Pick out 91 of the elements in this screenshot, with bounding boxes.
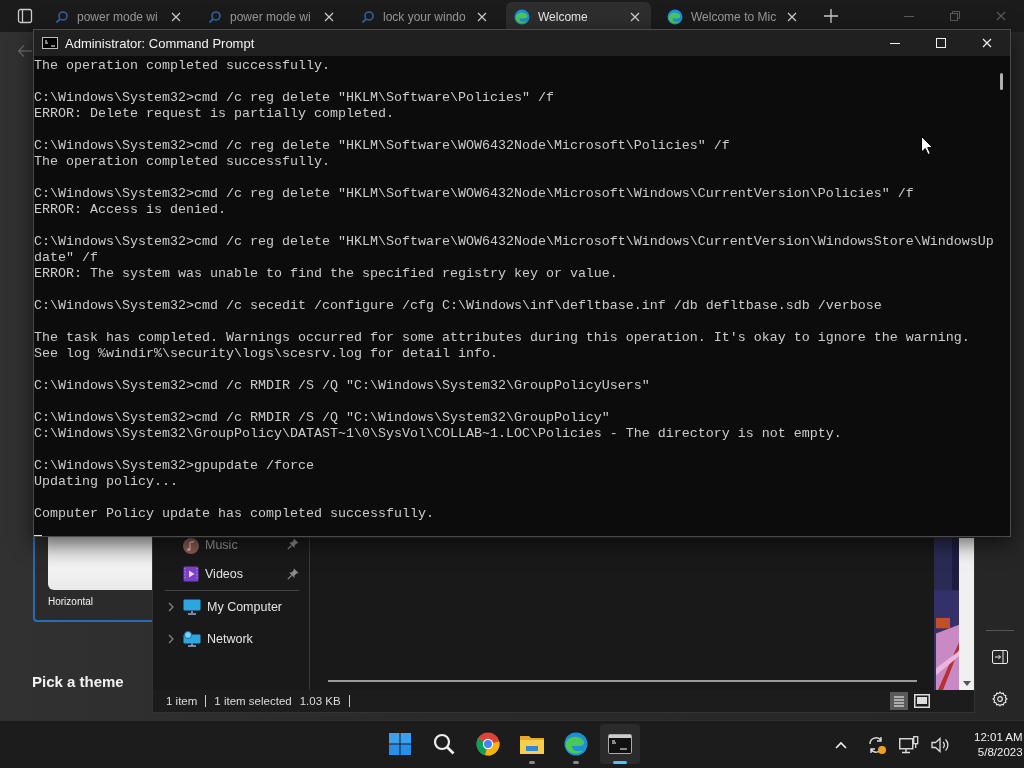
nav-item[interactable]: Network [153, 623, 309, 655]
monitor-icon [183, 599, 201, 615]
tab-title: Welcome [538, 10, 589, 24]
theme-card[interactable]: Horizontal [33, 537, 152, 622]
nav-label: Music [205, 538, 239, 552]
edge-icon [514, 9, 530, 25]
video-icon [183, 566, 199, 582]
nav-label: Network [207, 632, 254, 646]
console-line: C:\Windows\System32>cmd /c reg delete "HKLM\Software\WOW6432Node\Microsoft\Policies" /f [34, 138, 730, 154]
horizontal-scrollbar[interactable] [328, 680, 917, 682]
scroll-down-icon [962, 680, 971, 686]
console-line: The operation completed successfully. [34, 58, 330, 74]
new-tab-icon [824, 9, 838, 23]
details-view-button[interactable] [889, 691, 909, 711]
tab-title: Welcome to Mic [691, 10, 777, 24]
console-line: date" /f [34, 250, 98, 266]
edge-icon [667, 9, 683, 25]
settings-icon [992, 691, 1008, 707]
close-icon [324, 12, 334, 22]
restore-icon [950, 11, 960, 21]
tab-title: power mode wi [77, 10, 159, 24]
search-icon [55, 10, 69, 24]
search-icon [433, 733, 455, 755]
console-line: C:\Windows\System32>cmd /c reg delete "HKLM\Software\WOW6432Node\Microsoft\Windows\CurrentVersion\Policies" /f [34, 186, 914, 202]
console-line: The task has completed. Warnings occurred for some attributes during this operation. It's okay to ignore the warning. [34, 330, 970, 346]
close-icon [996, 11, 1006, 21]
console-line: C:\Windows\System32>cmd /c secedit /configure /cfg C:\Windows\inf\defltbase.inf /db defltbase.sdb /verbose [34, 298, 882, 314]
chrome-icon [476, 732, 500, 756]
tab-title: lock your windo [383, 10, 466, 24]
network-status-icon [899, 735, 919, 754]
nav-item[interactable]: Videos [153, 558, 309, 590]
tab-strip-icon [17, 8, 33, 24]
maximize-icon [936, 38, 946, 48]
panel-icon [992, 650, 1008, 664]
terminal-icon [608, 734, 632, 754]
start-icon [388, 732, 412, 756]
console-line: C:\Windows\System32>cmd /c reg delete "HKLM\Software\Policies" /f [34, 90, 554, 106]
nav-item[interactable]: Music [153, 538, 309, 558]
status-text: 1 item [166, 695, 198, 707]
pin-icon [287, 568, 299, 580]
chevron-up-icon [835, 740, 847, 749]
large-icons-view-button[interactable] [912, 691, 932, 711]
large-icons-view-icon [914, 694, 930, 708]
search-icon [361, 10, 375, 24]
console-line: ERROR: Access is denied. [34, 202, 226, 218]
console-line: C:\Windows\System32>cmd /c RMDIR /S /Q "C:\Windows\System32\GroupPolicyUsers" [34, 378, 650, 394]
console-line: The operation completed successfully. [34, 154, 330, 170]
mouse-pointer-icon [921, 136, 933, 155]
details-view-icon [890, 692, 908, 710]
chevron-right-icon[interactable] [168, 634, 174, 644]
tab-title: power mode wi [230, 10, 312, 24]
section-heading: Pick a theme [32, 673, 124, 690]
window-title: Administrator: Command Prompt [65, 35, 255, 51]
close-icon [171, 12, 181, 22]
music-icon [183, 538, 199, 554]
pin-icon [287, 538, 299, 550]
close-icon [477, 12, 487, 22]
close-icon [787, 12, 798, 22]
close-icon [630, 12, 640, 22]
console-line: See log %windir%\security\logs\scesrv.log for detail info. [34, 346, 498, 362]
browser-tab[interactable]: Welcome [506, 2, 651, 32]
console-line: ERROR: The system was unable to find the specified registry key or value. [34, 266, 618, 282]
status-text: 1 item selected [214, 695, 292, 707]
nav-label: My Computer [207, 600, 284, 614]
back-arrow-icon [17, 44, 33, 58]
console-line: C:\Windows\System32>gpupdate /force [34, 458, 314, 474]
close-icon [982, 38, 992, 48]
theme-name: Horizontal [48, 596, 95, 607]
console-line: C:\Windows\System32>cmd /c RMDIR /S /Q "C:\Windows\System32\GroupPolicy" [34, 410, 610, 426]
console-line: C:\Windows\System32>cmd /c reg delete "HKLM\Software\WOW6432Node\Microsoft\Windows\CurrentVersion\WindowsStore\WindowsUp [34, 234, 994, 250]
console-line: C:\Windows\System32\GroupPolicy\DATAST~1\0\SysVol\COLLAB~1.LOC\Policies - The directory is not empty. [34, 426, 842, 442]
volume-icon [931, 735, 951, 754]
search-icon [208, 10, 222, 24]
console-line: ERROR: Delete request is partially completed. [34, 106, 394, 122]
folder-icon [519, 733, 545, 755]
network-icon [183, 631, 201, 647]
console-line: Updating policy... [34, 474, 178, 490]
clock-time: 12:01 AM [974, 729, 1023, 745]
clock-date: 5/8/2023 [977, 744, 1023, 760]
vertical-scrollbar[interactable] [959, 538, 974, 690]
clock-button[interactable]: 12:01 AM 5/8/2023 [970, 729, 1024, 760]
console-icon [42, 37, 58, 49]
console-line: Computer Policy update has completed successfully. [34, 506, 434, 522]
scrollbar-thumb[interactable] [1000, 73, 1003, 90]
edge-icon [564, 732, 588, 756]
sync-icon [867, 734, 887, 755]
nav-item[interactable]: My Computer [153, 591, 309, 623]
chevron-right-icon[interactable] [168, 602, 174, 612]
nav-label: Videos [205, 567, 244, 581]
status-text: 1.03 KB [299, 695, 341, 707]
taskbar-app-button[interactable] [600, 724, 640, 764]
